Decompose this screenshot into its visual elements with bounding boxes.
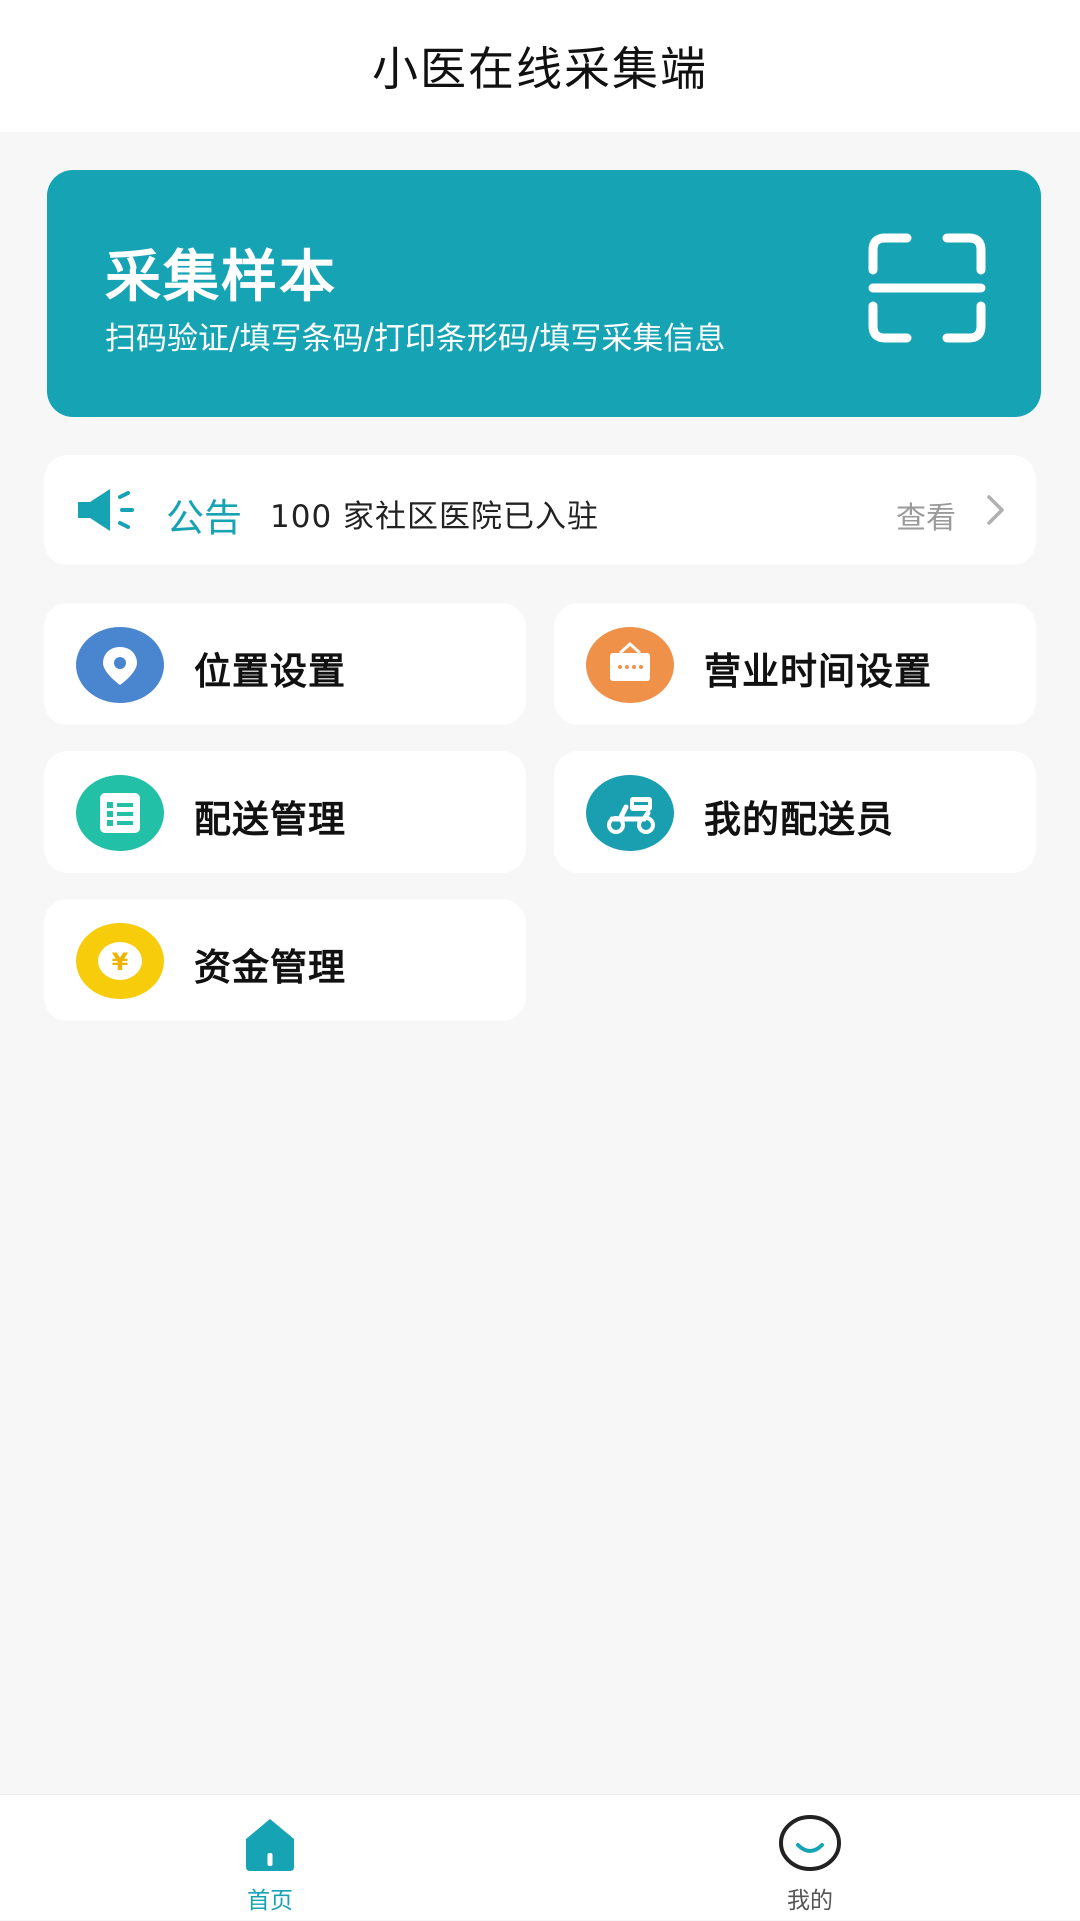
scan-icon[interactable] [867,232,987,344]
notice-label: 公告 [166,496,243,540]
notice-text: 100 家社区医院已入驻 [270,499,600,535]
page-title: 小医在线采集端 [372,42,708,96]
home-icon [246,1819,294,1871]
menu-fund-management[interactable]: ¥ 资金管理 [44,899,526,1021]
list-icon [76,775,164,851]
menu-my-couriers[interactable]: 我的配送员 [554,751,1036,873]
menu-label: 我的配送员 [704,798,894,841]
menu-label: 营业时间设置 [704,650,932,693]
smile-icon [779,1815,841,1871]
collect-sample-banner[interactable]: 采集样本 扫码验证/填写条码/打印条形码/填写采集信息 [47,170,1041,417]
shop-sign-icon [586,627,674,703]
scooter-icon [586,775,674,851]
menu-label: 配送管理 [194,798,346,841]
tab-label: 我的 [787,1888,833,1914]
banner-title: 采集样本 [105,245,337,310]
tab-mine[interactable]: 我的 [710,1795,910,1921]
menu-location-settings[interactable]: 位置设置 [44,603,526,725]
bottom-tab-bar: 首页 我的 [0,1794,1080,1920]
location-pin-icon [76,627,164,703]
menu-delivery-management[interactable]: 配送管理 [44,751,526,873]
menu-label: 位置设置 [194,650,346,693]
yuan-coin-icon: ¥ [76,923,164,999]
tab-label: 首页 [247,1888,293,1914]
menu-label: 资金管理 [194,946,346,989]
speaker-icon [78,489,134,531]
menu-business-hours[interactable]: 营业时间设置 [554,603,1036,725]
notice-bar[interactable]: 公告 100 家社区医院已入驻 查看 [44,455,1036,565]
svg-text:¥: ¥ [112,948,129,976]
chevron-right-icon[interactable] [984,493,1008,527]
tab-home[interactable]: 首页 [170,1795,370,1921]
app-header: 小医在线采集端 [0,0,1080,132]
banner-subtitle: 扫码验证/填写条码/打印条形码/填写采集信息 [105,321,726,357]
notice-view-link[interactable]: 查看 [896,493,956,537]
